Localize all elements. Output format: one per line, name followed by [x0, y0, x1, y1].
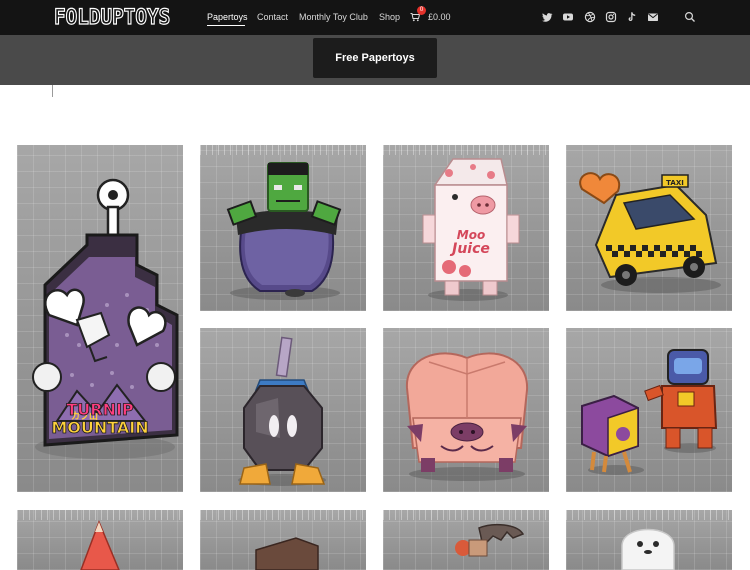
carton-label-line2: Juice [449, 241, 490, 257]
product-label-line1: TURNIP [66, 400, 134, 419]
product-tile-yellow-taxi[interactable]: TAXI [566, 145, 732, 311]
site-logo[interactable]: FOLDUPTOYS [53, 4, 170, 29]
youtube-icon[interactable] [562, 11, 574, 23]
product-tile-red-cone[interactable] [17, 510, 183, 570]
email-icon[interactable] [647, 11, 659, 23]
red-cone-image [80, 519, 120, 570]
product-tile-ghost[interactable] [566, 510, 732, 570]
nav-item-monthly-toy-club[interactable]: Monthly Toy Club [299, 12, 368, 22]
taxi-sign-text: TAXI [666, 179, 684, 187]
pink-pig-image [405, 352, 529, 481]
astronaut-and-cube-image [581, 349, 718, 475]
nav-item-contact[interactable]: Contact [257, 12, 288, 22]
carton-label-line1: Moo [457, 228, 485, 242]
nav-active-underline [207, 25, 245, 26]
product-tile-brown-block[interactable] [200, 510, 366, 570]
nav-item-shop[interactable]: Shop [379, 12, 400, 22]
dribbble-icon[interactable] [584, 11, 596, 23]
instagram-icon[interactable] [605, 11, 617, 23]
product-label-line2: MOUNTAIN [51, 418, 148, 437]
product-tile-pig-milk-carton[interactable]: Moo Juice [383, 145, 549, 311]
bob-omb-image [238, 336, 326, 486]
ghost-image [621, 528, 675, 570]
product-tile-bat[interactable] [383, 510, 549, 570]
cart-amount[interactable]: £0.00 [428, 12, 451, 22]
product-tile-frankenstein-cauldron[interactable] [200, 145, 366, 311]
twitter-icon[interactable] [541, 11, 553, 23]
bat-image [455, 523, 525, 557]
product-tile-bob-omb[interactable] [200, 328, 366, 492]
product-tile-astronaut-and-cube[interactable] [566, 328, 732, 492]
turnip-mountain-image: カブ山 TURNIP MOUNTAIN [32, 178, 179, 459]
divider-line [52, 85, 53, 97]
tiktok-icon[interactable] [626, 11, 638, 23]
free-papertoys-button[interactable]: Free Papertoys [313, 38, 437, 78]
top-nav: FOLDUPTOYS Papertoys Contact Monthly Toy… [0, 0, 750, 35]
product-tile-pink-pig[interactable] [383, 328, 549, 492]
nav-item-papertoys[interactable]: Papertoys [207, 12, 248, 22]
cart-count-badge: 0 [417, 6, 426, 15]
frankenstein-cauldron-image [226, 162, 342, 300]
product-tile-turnip-mountain[interactable]: カブ山 TURNIP MOUNTAIN [17, 145, 183, 492]
brown-block-image [255, 537, 319, 570]
yellow-taxi-image: TAXI [579, 172, 721, 293]
search-icon[interactable] [684, 11, 696, 23]
pig-milk-carton-image: Moo Juice [422, 158, 520, 301]
